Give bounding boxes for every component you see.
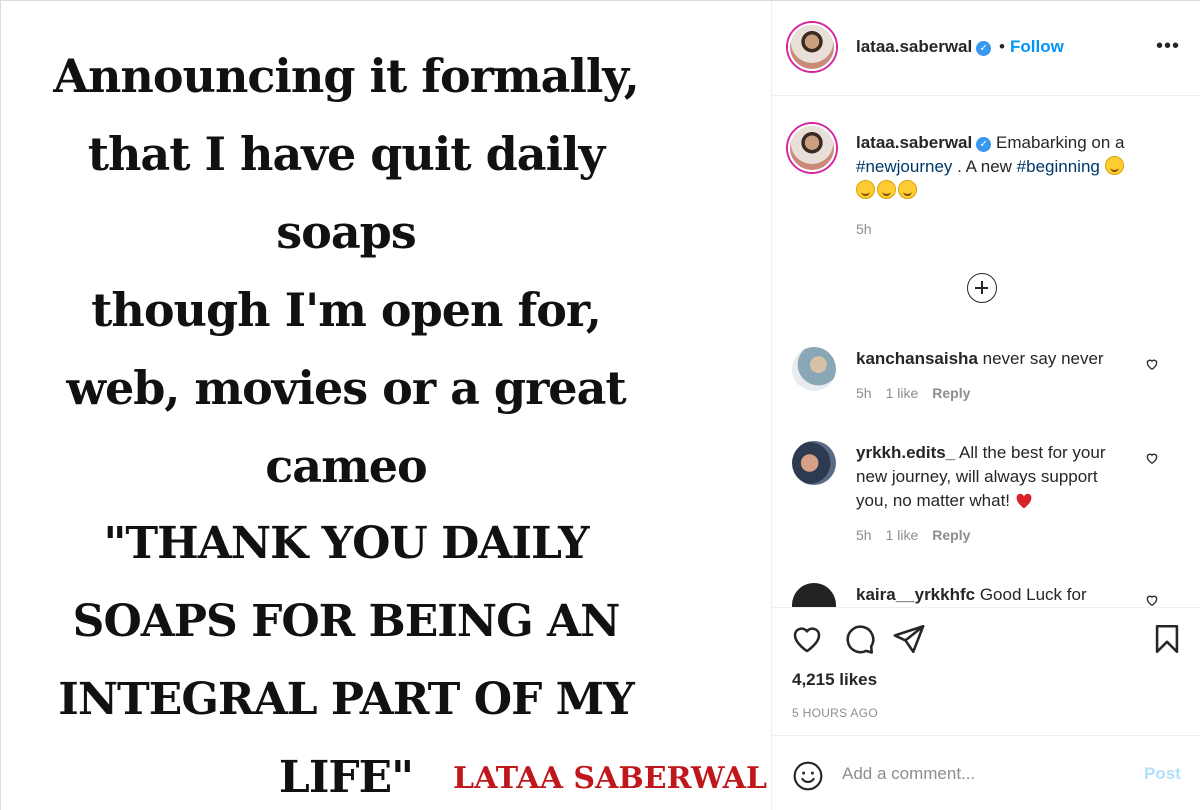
comment-text: yrkkh.edits_ All the best for your new j… bbox=[856, 441, 1126, 513]
add-comment-input[interactable] bbox=[842, 758, 1122, 790]
smiling-emoji-icon bbox=[898, 180, 917, 199]
author-username[interactable]: lataa.saberwal ✓ bbox=[856, 37, 992, 57]
post-text-line: "THANK YOU DAILY bbox=[103, 518, 590, 569]
post-text-line: that I have quit daily bbox=[87, 127, 606, 181]
comment-time[interactable]: 5h bbox=[856, 385, 872, 401]
hashtag-link[interactable]: #newjourney bbox=[856, 157, 952, 176]
caption-username[interactable]: lataa.saberwal bbox=[856, 133, 972, 152]
post-comment-button[interactable]: Post bbox=[1144, 764, 1181, 784]
like-heart-icon[interactable] bbox=[790, 622, 824, 656]
post-text-line: soaps bbox=[276, 205, 416, 259]
post-text-line: Announcing it formally, bbox=[53, 49, 639, 103]
author-username-text[interactable]: lataa.saberwal bbox=[856, 37, 972, 56]
comment-meta: 5h 1 like Reply bbox=[856, 385, 984, 401]
verified-badge-icon: ✓ bbox=[976, 137, 992, 152]
comment-body: Good Luck for bbox=[979, 585, 1087, 604]
emoji-picker-icon[interactable] bbox=[792, 760, 824, 792]
comment-bubble-icon[interactable] bbox=[842, 622, 876, 656]
commenter-avatar[interactable] bbox=[792, 583, 836, 607]
smiling-emoji-icon bbox=[877, 180, 896, 199]
post-timestamp[interactable]: 5 HOURS AGO bbox=[792, 706, 878, 720]
load-more-comments-icon[interactable] bbox=[967, 273, 997, 303]
caption-timestamp[interactable]: 5h bbox=[856, 221, 872, 237]
save-bookmark-icon[interactable] bbox=[1150, 622, 1184, 656]
author-avatar[interactable] bbox=[788, 23, 836, 71]
reply-button[interactable]: Reply bbox=[932, 527, 970, 543]
follow-button[interactable]: Follow bbox=[1010, 37, 1064, 57]
caption-text: lataa.saberwal ✓ Emabarking on a #newjour… bbox=[856, 131, 1156, 203]
hashtag-link[interactable]: #beginning bbox=[1017, 157, 1100, 176]
like-comment-heart-icon[interactable] bbox=[1145, 593, 1159, 607]
like-comment-heart-icon[interactable] bbox=[1145, 357, 1159, 371]
commenter-avatar[interactable] bbox=[792, 441, 836, 485]
post-image[interactable]: Announcing it formally, that I have quit… bbox=[1, 1, 771, 810]
comment-time[interactable]: 5h bbox=[856, 527, 872, 543]
post-header: lataa.saberwal ✓ • Follow ••• bbox=[772, 1, 1200, 96]
post-signature: LATAA SABERWAL bbox=[453, 761, 767, 796]
add-comment-bar: Post bbox=[772, 735, 1200, 810]
caption-text-1: Emabarking on a bbox=[995, 133, 1125, 152]
like-comment-heart-icon[interactable] bbox=[1145, 451, 1159, 465]
smiling-emoji-icon bbox=[856, 180, 875, 199]
caption-text-2: . A new bbox=[952, 157, 1017, 176]
post-text-line: web, movies or a great bbox=[66, 361, 626, 415]
more-options-icon[interactable]: ••• bbox=[1156, 35, 1180, 58]
comment-likes[interactable]: 1 like bbox=[886, 385, 919, 401]
comment-body: never say never bbox=[982, 349, 1104, 368]
comments-section[interactable]: lataa.saberwal ✓ Emabarking on a #newjour… bbox=[772, 97, 1200, 607]
comment-text: kaira__yrkkhfc Good Luck for bbox=[856, 583, 1126, 607]
instagram-post-window: Announcing it formally, that I have quit… bbox=[0, 0, 1200, 810]
post-text-line: though I'm open for, bbox=[91, 283, 602, 337]
share-send-icon[interactable] bbox=[892, 622, 926, 656]
post-text-line: cameo bbox=[265, 439, 427, 493]
reply-button[interactable]: Reply bbox=[932, 385, 970, 401]
post-text-line: INTEGRAL PART OF MY bbox=[58, 674, 635, 725]
post-side-panel: lataa.saberwal ✓ • Follow ••• lataa.saber… bbox=[771, 1, 1200, 810]
post-text-block: Announcing it formally, that I have quit… bbox=[1, 37, 691, 810]
red-heart-emoji-icon bbox=[1016, 493, 1032, 509]
commenter-avatar[interactable] bbox=[792, 347, 836, 391]
post-text-line: SOAPS FOR BEING AN bbox=[72, 596, 621, 647]
commenter-username[interactable]: kanchansaisha bbox=[856, 349, 978, 368]
commenter-username[interactable]: yrkkh.edits_ bbox=[856, 443, 955, 462]
commenter-username[interactable]: kaira__yrkkhfc bbox=[856, 585, 975, 604]
likes-count[interactable]: 4,215 likes bbox=[792, 670, 877, 690]
caption-avatar[interactable] bbox=[788, 124, 836, 172]
comment-likes[interactable]: 1 like bbox=[886, 527, 919, 543]
header-separator: • bbox=[999, 37, 1005, 56]
smiling-emoji-icon bbox=[1104, 156, 1124, 175]
verified-badge-icon: ✓ bbox=[976, 41, 992, 56]
comment-meta: 5h 1 like Reply bbox=[856, 527, 984, 543]
comment-text: kanchansaisha never say never bbox=[856, 347, 1126, 371]
post-actions: 4,215 likes 5 HOURS AGO bbox=[772, 607, 1200, 735]
